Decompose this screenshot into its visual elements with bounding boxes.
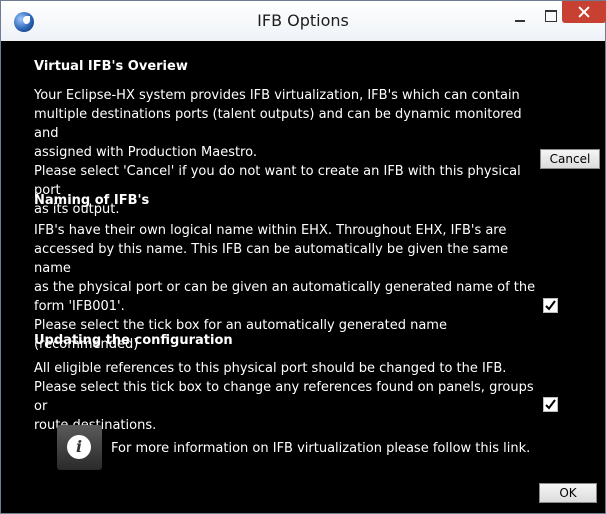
naming-line: as the physical port or can be given an … — [34, 280, 536, 295]
overview-heading: Virtual IFB's Overiew — [34, 59, 188, 74]
info-link[interactable]: For more information on IFB virtualizati… — [111, 441, 530, 456]
auto-name-checkbox[interactable] — [543, 298, 558, 313]
title-bar[interactable]: IFB Options — [1, 1, 606, 41]
info-glyph: i — [67, 435, 91, 459]
updating-heading: Updating the configuration — [34, 333, 233, 348]
close-button[interactable] — [562, 1, 606, 23]
maximize-button[interactable] — [537, 2, 565, 30]
naming-heading: Naming of IFB's — [34, 193, 150, 208]
checkmark-icon — [545, 300, 556, 311]
checkmark-icon — [545, 399, 556, 410]
overview-line: Your Eclipse-HX system provides IFB virt… — [34, 88, 520, 103]
naming-line: IFB's have their own logical name within… — [34, 223, 507, 238]
dialog-content: Virtual IFB's Overiew Your Eclipse-HX sy… — [1, 41, 605, 513]
update-references-checkbox[interactable] — [543, 397, 558, 412]
overview-line: multiple destinations ports (talent outp… — [34, 107, 522, 141]
ok-button[interactable]: OK — [539, 483, 597, 503]
updating-line: route destinations. — [34, 418, 157, 433]
cancel-button[interactable]: Cancel — [540, 149, 600, 169]
naming-line: form 'IFB001'. — [34, 299, 125, 314]
info-icon[interactable]: i — [57, 425, 102, 470]
ifb-options-dialog: IFB Options Virtual IFB's Overiew Your E… — [0, 0, 606, 514]
minimize-button[interactable] — [506, 2, 534, 30]
updating-text: All eligible references to this physical… — [34, 359, 544, 435]
updating-line: All eligible references to this physical… — [34, 361, 507, 376]
updating-line: Please select this tick box to change an… — [34, 380, 534, 414]
naming-line: accessed by this name. This IFB can be a… — [34, 242, 509, 276]
overview-line: assigned with Production Maestro. — [34, 145, 257, 160]
